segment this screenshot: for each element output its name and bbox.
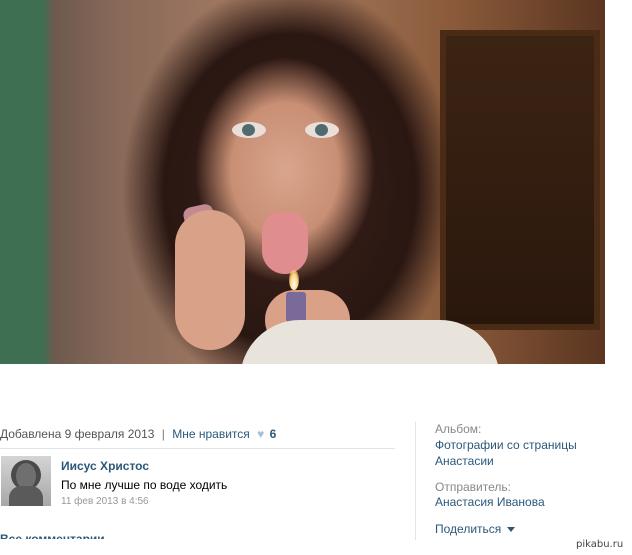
- photo-eye-left: [232, 122, 266, 138]
- all-comments-link[interactable]: Все комментарии: [0, 533, 105, 539]
- photo-flame: [289, 270, 299, 290]
- meta-separator: |: [161, 427, 165, 441]
- watermark: pikabu.ru: [572, 537, 628, 553]
- comment-text: По мне лучше по воде ходить: [61, 478, 228, 492]
- like-button[interactable]: Мне нравится: [172, 427, 250, 441]
- main-photo[interactable]: [0, 0, 605, 364]
- chevron-down-icon: [507, 527, 516, 533]
- sidebar-divider: [415, 422, 416, 540]
- album-label: Альбом:: [435, 422, 482, 436]
- photo-eye-right: [305, 122, 339, 138]
- comment-date[interactable]: 11 фев 2013 в 4:56: [61, 496, 149, 507]
- comment-author-link[interactable]: Иисус Христос: [61, 459, 149, 473]
- share-label: Поделиться: [435, 522, 502, 536]
- avatar[interactable]: [1, 456, 51, 506]
- photo-tongue: [262, 212, 308, 274]
- like-count[interactable]: 6: [270, 427, 277, 441]
- heart-icon[interactable]: ♥: [257, 427, 264, 441]
- added-date: Добавлена 9 февраля 2013: [0, 427, 155, 441]
- sender-link[interactable]: Анастасия Иванова: [435, 495, 545, 510]
- album-link-line1[interactable]: Фотографии со страницы: [435, 438, 577, 453]
- photo-hand: [175, 210, 245, 350]
- photo-lighter: [286, 292, 306, 322]
- album-link-line2[interactable]: Анастасии: [435, 454, 494, 469]
- avatar-body: [9, 486, 43, 506]
- photo-meta-row: Добавлена 9 февраля 2013 | Мне нравится …: [0, 427, 276, 441]
- share-button[interactable]: Поделиться: [435, 522, 516, 537]
- photo-background-frame: [440, 30, 600, 330]
- photo-shirt: [240, 320, 500, 364]
- sender-label: Отправитель:: [435, 480, 511, 494]
- meta-divider: [0, 448, 395, 449]
